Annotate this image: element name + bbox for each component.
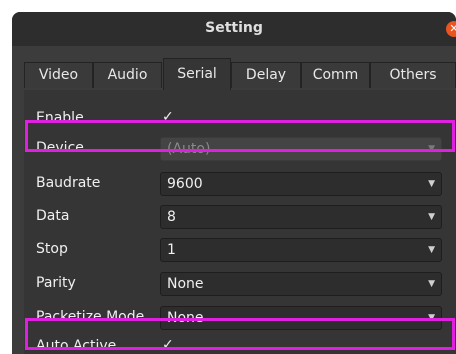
stop-value: 1 [167, 242, 176, 258]
baudrate-label: Baudrate [36, 175, 101, 191]
tab-comm[interactable]: Comm [301, 62, 370, 88]
data-row: Data 8 ▼ [24, 202, 456, 232]
auto-active-row: Auto Active ✓ [24, 332, 456, 354]
baudrate-value: 9600 [167, 176, 203, 192]
parity-label: Parity [36, 275, 76, 291]
data-select[interactable]: 8 ▼ [160, 205, 442, 229]
settings-dialog: Setting ✕ Video Audio Serial Delay Comm … [12, 12, 456, 354]
enable-label: Enable [36, 110, 84, 126]
stop-label: Stop [36, 241, 68, 257]
data-value: 8 [167, 209, 176, 225]
stop-row: Stop 1 ▼ [24, 235, 456, 265]
packetize-label: Packetize Mode [36, 309, 145, 325]
data-label: Data [36, 208, 70, 224]
serial-settings-panel: Enable ✓ Device (Auto) ▼ Baudrate 9600 ▼… [24, 90, 456, 354]
parity-select[interactable]: None ▼ [160, 272, 442, 296]
baudrate-select[interactable]: 9600 ▼ [160, 172, 442, 196]
packetize-row: Packetize Mode None ▼ [24, 303, 456, 333]
parity-value: None [167, 276, 204, 292]
enable-checkbox[interactable]: ✓ [162, 109, 174, 125]
device-select: (Auto) ▼ [160, 137, 442, 161]
packetize-value: None [167, 310, 204, 326]
chevron-down-icon: ▼ [428, 279, 435, 289]
title-bar: Setting ✕ [12, 12, 456, 46]
chevron-down-icon: ▼ [428, 245, 435, 255]
tab-video[interactable]: Video [24, 62, 93, 88]
tab-bar: Video Audio Serial Delay Comm Others [24, 58, 456, 90]
enable-row: Enable ✓ [24, 104, 456, 134]
chevron-down-icon: ▼ [428, 313, 435, 323]
tab-delay[interactable]: Delay [231, 62, 301, 88]
device-value: (Auto) [167, 141, 211, 157]
tab-others[interactable]: Others [370, 62, 456, 88]
baudrate-row: Baudrate 9600 ▼ [24, 169, 456, 199]
auto-active-label: Auto Active [36, 338, 117, 354]
window-title: Setting [205, 20, 263, 36]
tab-audio[interactable]: Audio [93, 62, 162, 88]
device-row: Device (Auto) ▼ [24, 134, 456, 164]
parity-row: Parity None ▼ [24, 269, 456, 299]
chevron-down-icon: ▼ [428, 179, 435, 189]
packetize-select[interactable]: None ▼ [160, 306, 442, 330]
chevron-down-icon: ▼ [428, 212, 435, 222]
chevron-down-icon: ▼ [428, 144, 435, 154]
device-label: Device [36, 140, 84, 156]
close-icon[interactable]: ✕ [446, 21, 456, 37]
auto-active-checkbox[interactable]: ✓ [162, 337, 174, 353]
stop-select[interactable]: 1 ▼ [160, 238, 442, 262]
tab-serial[interactable]: Serial [163, 58, 231, 90]
